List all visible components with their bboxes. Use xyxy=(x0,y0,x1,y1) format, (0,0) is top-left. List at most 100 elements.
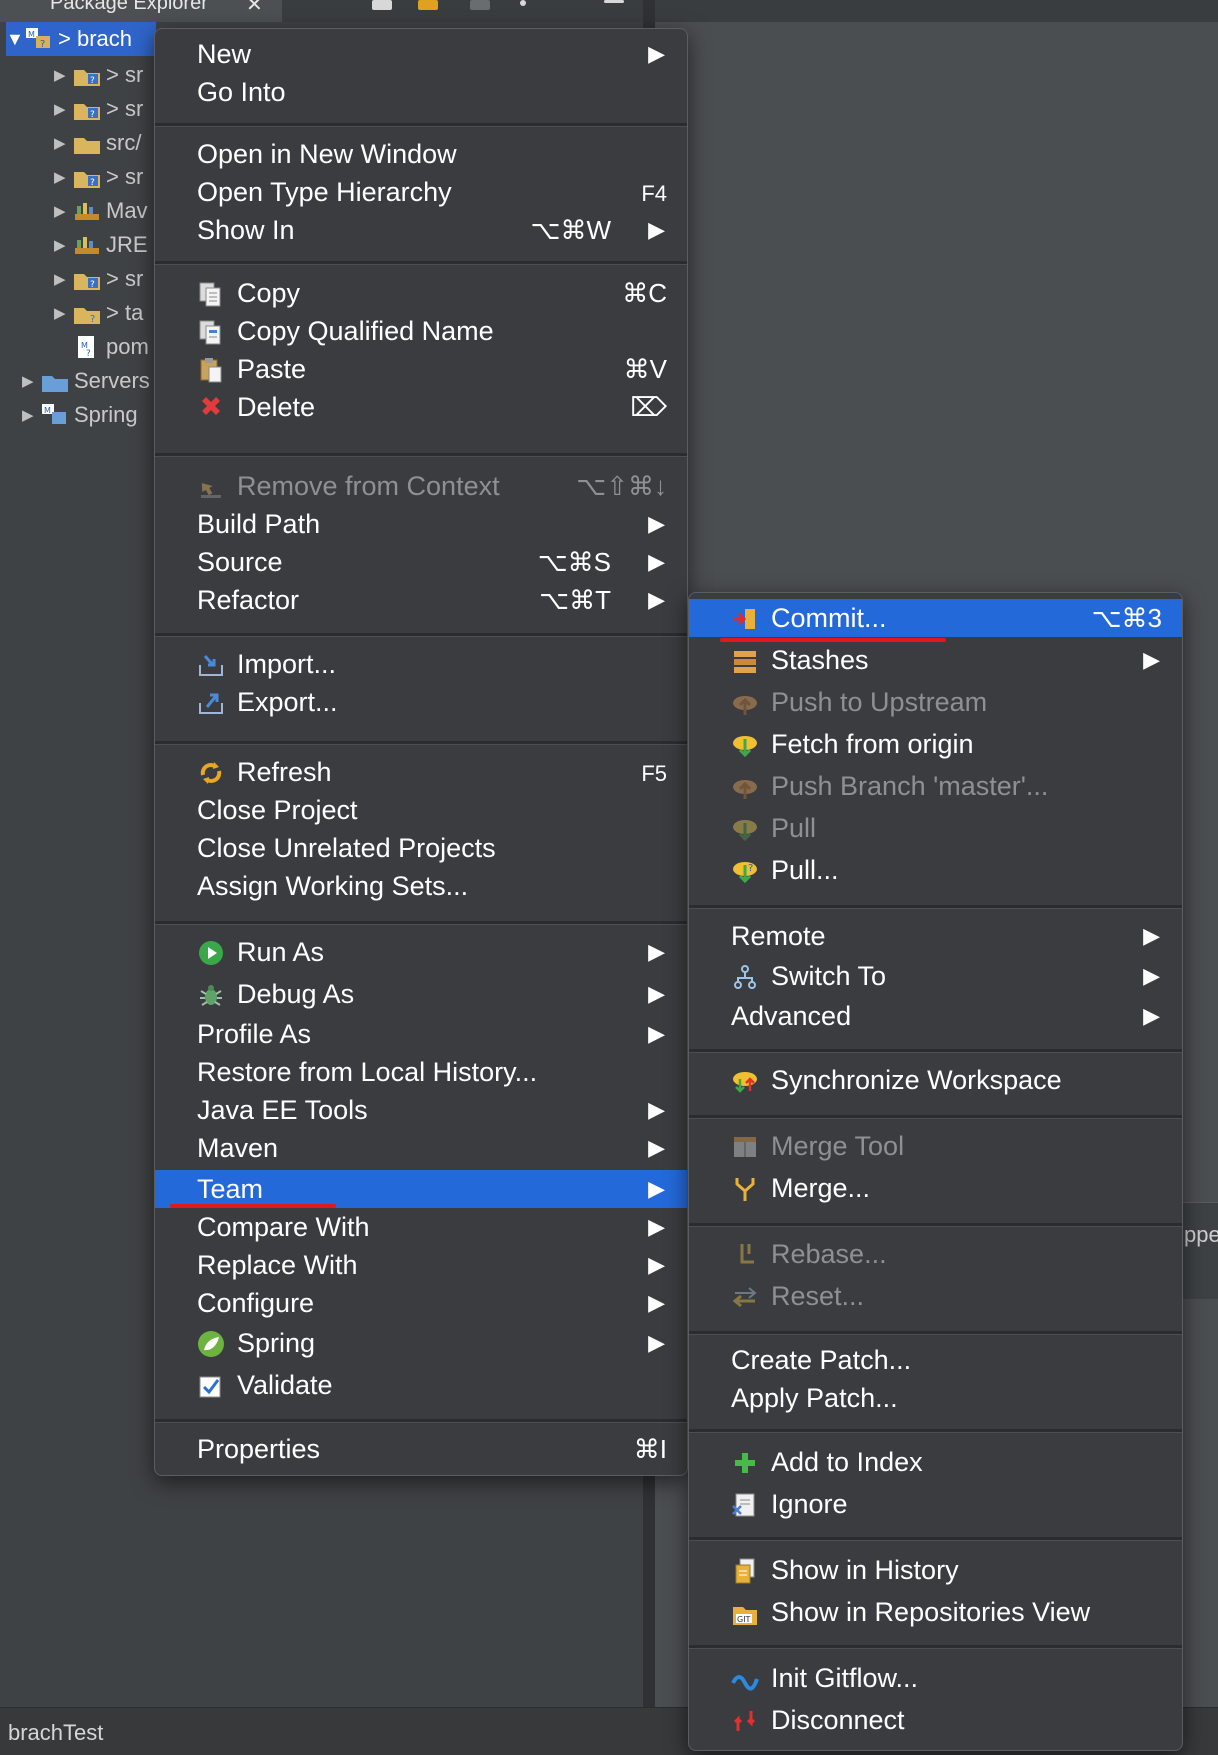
menu-item-source[interactable]: Source ⌥⌘S ▶ xyxy=(155,543,687,581)
menu-item-push-branch[interactable]: Push Branch 'master'... xyxy=(689,767,1182,805)
menu-item-close-unrelated-projects[interactable]: Close Unrelated Projects xyxy=(155,829,687,867)
toolbar-view-menu-icon[interactable] xyxy=(520,0,526,6)
tree-row-project[interactable]: ▼ M? > brach xyxy=(6,22,156,56)
team-submenu: Commit... ⌥⌘3 Stashes ▶ Push to Upstream… xyxy=(688,592,1183,1751)
expand-arrow-icon[interactable]: ▶ xyxy=(54,304,72,322)
expand-arrow-icon[interactable]: ▶ xyxy=(54,270,72,288)
tree-row[interactable]: ▶ ? > sr xyxy=(54,262,143,296)
svg-text:?: ? xyxy=(90,314,95,325)
menu-item-remote[interactable]: Remote ▶ xyxy=(689,917,1182,955)
menu-separator xyxy=(689,1331,1182,1335)
menu-item-close-project[interactable]: Close Project xyxy=(155,791,687,829)
menu-item-restore-local-history[interactable]: Restore from Local History... xyxy=(155,1053,687,1091)
tab-close-icon[interactable]: ✕ xyxy=(246,0,263,17)
menu-item-assign-working-sets[interactable]: Assign Working Sets... xyxy=(155,867,687,905)
menu-item-push-to-upstream[interactable]: Push to Upstream xyxy=(689,683,1182,721)
menu-item-build-path[interactable]: Build Path ▶ xyxy=(155,505,687,543)
menu-item-merge-tool[interactable]: Merge Tool xyxy=(689,1127,1182,1165)
menu-separator xyxy=(155,1419,687,1423)
expand-arrow-icon[interactable]: ▶ xyxy=(54,66,72,84)
menu-item-spring[interactable]: Spring ▶ xyxy=(155,1324,687,1362)
menu-item-commit[interactable]: Commit... ⌥⌘3 xyxy=(689,599,1182,637)
expand-arrow-icon[interactable]: ▶ xyxy=(54,202,72,220)
menu-item-copy[interactable]: Copy ⌘C xyxy=(155,274,687,312)
menu-item-compare-with[interactable]: Compare With ▶ xyxy=(155,1208,687,1246)
expand-arrow-icon[interactable]: ▶ xyxy=(54,236,72,254)
menu-item-show-in-history[interactable]: Show in History xyxy=(689,1551,1182,1589)
tree-row[interactable]: ▶ ? > ta xyxy=(54,296,143,330)
menu-item-team[interactable]: Team ▶ xyxy=(155,1170,687,1208)
menu-item-export[interactable]: Export... xyxy=(155,683,687,721)
expand-arrow-icon[interactable]: ▶ xyxy=(22,372,40,390)
submenu-arrow-icon: ▶ xyxy=(648,1330,665,1355)
menu-item-pull[interactable]: Pull xyxy=(689,809,1182,847)
menu-item-debug-as[interactable]: Debug As ▶ xyxy=(155,975,687,1013)
tree-row[interactable]: ▶ src/ xyxy=(54,126,141,160)
menu-item-import[interactable]: Import... xyxy=(155,645,687,683)
tree-row[interactable]: ▶ ? > sr xyxy=(54,92,143,126)
menu-item-new[interactable]: New ▶ xyxy=(155,35,687,73)
menu-item-show-in-repositories-view[interactable]: GIT Show in Repositories View xyxy=(689,1593,1182,1631)
menu-item-init-gitflow[interactable]: Init Gitflow... xyxy=(689,1659,1182,1697)
tree-label: > sr xyxy=(106,96,144,121)
toolbar-collapse-icon[interactable] xyxy=(372,0,392,10)
menu-item-rebase[interactable]: Rebase... xyxy=(689,1235,1182,1273)
tree-row[interactable]: ▶ Mav xyxy=(54,194,148,228)
menu-item-remove-from-context[interactable]: Remove from Context ⌥⇧⌘↓ xyxy=(155,467,687,505)
tree-row[interactable]: ▶ JRE xyxy=(54,228,148,262)
menu-item-stashes[interactable]: Stashes ▶ xyxy=(689,641,1182,679)
menu-item-properties[interactable]: Properties ⌘I xyxy=(155,1430,687,1468)
expand-arrow-icon[interactable]: ▶ xyxy=(54,134,72,152)
menu-item-copy-qualified-name[interactable]: Copy Qualified Name xyxy=(155,312,687,350)
menu-item-paste[interactable]: Paste ⌘V xyxy=(155,350,687,388)
tree-row[interactable]: ▶ ? > sr xyxy=(54,58,143,92)
menu-item-validate[interactable]: Validate xyxy=(155,1366,687,1404)
menu-item-reset[interactable]: Reset... xyxy=(689,1277,1182,1315)
menu-item-advanced[interactable]: Advanced ▶ xyxy=(689,997,1182,1035)
library-icon xyxy=(72,198,102,224)
menu-item-disconnect[interactable]: Disconnect xyxy=(689,1701,1182,1739)
tree-row[interactable]: ▶ ? > sr xyxy=(54,160,143,194)
menu-item-java-ee-tools[interactable]: Java EE Tools ▶ xyxy=(155,1091,687,1129)
toolbar-link-icon[interactable] xyxy=(418,0,438,10)
annotation-underline-team xyxy=(170,1204,336,1208)
expand-arrow-icon[interactable]: ▶ xyxy=(54,168,72,186)
menu-item-run-as[interactable]: Run As ▶ xyxy=(155,933,687,971)
submenu-arrow-icon: ▶ xyxy=(648,587,665,612)
menu-item-profile-as[interactable]: Profile As ▶ xyxy=(155,1015,687,1053)
menu-item-delete[interactable]: Delete ⌦ xyxy=(155,388,687,426)
submenu-arrow-icon: ▶ xyxy=(648,549,665,574)
menu-item-refresh[interactable]: Refresh F5 xyxy=(155,753,687,791)
toolbar-minimize-icon[interactable] xyxy=(604,0,624,3)
submenu-arrow-icon: ▶ xyxy=(648,939,665,964)
fetch-cloud-icon xyxy=(731,731,759,759)
menu-item-switch-to[interactable]: Switch To ▶ xyxy=(689,957,1182,995)
menu-item-synchronize-workspace[interactable]: Synchronize Workspace xyxy=(689,1061,1182,1099)
menu-item-go-into[interactable]: Go Into xyxy=(155,73,687,111)
menu-item-merge[interactable]: Merge... xyxy=(689,1169,1182,1207)
menu-item-configure[interactable]: Configure ▶ xyxy=(155,1284,687,1322)
shortcut: F4 xyxy=(641,181,667,206)
menu-item-refactor[interactable]: Refactor ⌥⌘T ▶ xyxy=(155,581,687,619)
tree-row[interactable]: M? pom xyxy=(72,330,149,364)
tree-row[interactable]: ▶ M Spring xyxy=(22,398,138,432)
expand-arrow-icon[interactable]: ▶ xyxy=(22,406,40,424)
menu-item-maven[interactable]: Maven ▶ xyxy=(155,1129,687,1167)
menu-item-apply-patch[interactable]: Apply Patch... xyxy=(689,1379,1182,1417)
menu-item-replace-with[interactable]: Replace With ▶ xyxy=(155,1246,687,1284)
menu-item-open-type-hierarchy[interactable]: Open Type Hierarchy F4 xyxy=(155,173,687,211)
menu-item-pull-dialog[interactable]: ? Pull... xyxy=(689,851,1182,889)
expand-arrow-icon[interactable]: ▶ xyxy=(54,100,72,118)
menu-item-add-to-index[interactable]: Add to Index xyxy=(689,1443,1182,1481)
tree-row[interactable]: ▶ Servers xyxy=(22,364,150,398)
menu-item-create-patch[interactable]: Create Patch... xyxy=(689,1341,1182,1379)
menu-item-open-in-new-window[interactable]: Open in New Window xyxy=(155,135,687,173)
submenu-arrow-icon: ▶ xyxy=(648,1252,665,1277)
menu-item-show-in[interactable]: Show In ⌥⌘W ▶ xyxy=(155,211,687,249)
toolbar-filter-icon[interactable] xyxy=(470,0,490,10)
tab-package-explorer[interactable]: Package Explorer ✕ xyxy=(0,0,282,22)
run-icon xyxy=(197,939,225,967)
menu-item-fetch-from-origin[interactable]: Fetch from origin xyxy=(689,725,1182,763)
menu-item-ignore[interactable]: Ignore xyxy=(689,1485,1182,1523)
expand-arrow-icon[interactable]: ▼ xyxy=(6,29,24,50)
